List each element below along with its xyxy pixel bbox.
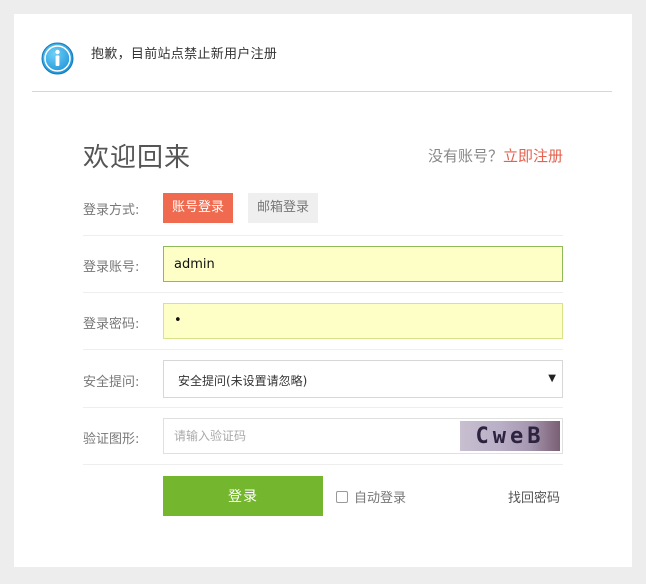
security-label: 安全提问: bbox=[83, 375, 140, 390]
password-label: 登录密码: bbox=[83, 317, 140, 332]
captcha-row: 验证图形: CweB bbox=[83, 408, 563, 465]
captcha-label: 验证图形: bbox=[83, 432, 140, 447]
info-icon bbox=[41, 42, 74, 75]
captcha-image[interactable]: CweB bbox=[460, 421, 560, 451]
account-row: 登录账号: bbox=[83, 236, 563, 293]
notice-bar: 抱歉，目前站点禁止新用户注册 bbox=[32, 14, 612, 92]
register-link[interactable]: 立即注册 bbox=[503, 147, 563, 165]
no-account-text: 没有账号？立即注册 bbox=[428, 145, 563, 166]
login-button[interactable]: 登录 bbox=[163, 476, 323, 516]
chevron-down-icon: ▼ bbox=[548, 373, 556, 384]
login-method-label: 登录方式: bbox=[83, 203, 140, 218]
login-card: 抱歉，目前站点禁止新用户注册 欢迎回来 没有账号？立即注册 登录方式: 账号登录… bbox=[14, 14, 632, 567]
password-value: • bbox=[174, 313, 182, 328]
auto-login-option[interactable]: 自动登录 bbox=[336, 487, 406, 506]
no-account-label: 没有账号？ bbox=[427, 147, 503, 165]
tab-account-login[interactable]: 账号登录 bbox=[163, 193, 234, 223]
captcha-input[interactable] bbox=[164, 419, 454, 453]
account-label: 登录账号: bbox=[83, 260, 140, 275]
security-selected-value: 安全提问(未设置请忽略) bbox=[178, 374, 308, 388]
login-method-row: 登录方式: 账号登录 邮箱登录 bbox=[83, 190, 563, 236]
password-input[interactable]: • bbox=[163, 303, 563, 339]
auto-login-checkbox[interactable] bbox=[336, 490, 348, 503]
captcha-image-text: CweB bbox=[475, 423, 545, 449]
account-input[interactable] bbox=[163, 246, 563, 282]
notice-text: 抱歉，目前站点禁止新用户注册 bbox=[91, 47, 278, 62]
tab-email-login[interactable]: 邮箱登录 bbox=[248, 193, 319, 223]
security-question-select[interactable]: 安全提问(未设置请忽略) ▼ bbox=[163, 360, 563, 398]
page-title: 欢迎回来 bbox=[83, 143, 192, 173]
forgot-password-link[interactable]: 找回密码 bbox=[508, 487, 560, 506]
password-row: 登录密码: • bbox=[83, 293, 563, 350]
captcha-box: CweB bbox=[163, 418, 563, 454]
auto-login-label: 自动登录 bbox=[354, 491, 407, 506]
security-row: 安全提问: 安全提问(未设置请忽略) ▼ bbox=[83, 350, 563, 408]
